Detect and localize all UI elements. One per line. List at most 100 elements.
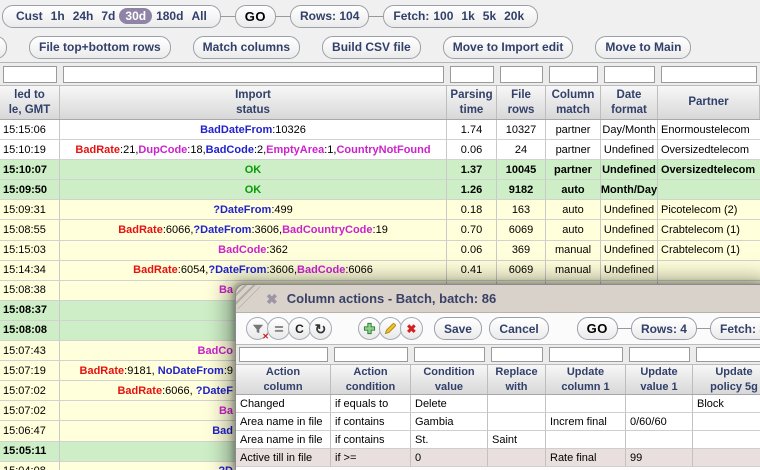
action-button-1[interactable]: File top+bottom rows [29,36,171,59]
rule-cell: 0/60/60 [626,413,693,431]
dialog-column-header-7[interactable]: Update policy 5g [693,365,760,394]
rule-cell: Area name in file [236,413,331,431]
status-token: BadCo [198,345,233,357]
column-filter-input[interactable] [239,347,328,362]
rule-cell: if >= [331,449,411,467]
table-row[interactable]: 15:14:34BadRate:6054, ?DateFrom:3606, Ba… [0,261,760,281]
column-filter-input[interactable] [491,347,543,362]
main-column-header-7[interactable]: Partner [658,86,760,119]
table-row[interactable]: 15:09:50OK1.269182autoMonth/Day [0,180,760,200]
column-filter-input[interactable] [450,66,494,83]
main-column-header-4[interactable]: File rows [497,86,546,119]
cell-time: 15:10:19 [0,140,60,160]
dialog-column-header-2[interactable]: Action condition [331,365,411,394]
action-rule-row[interactable]: Area name in fileif containsGambiaIncrem… [236,413,760,431]
column-actions-table: Action columnAction conditionCondition v… [236,344,760,467]
column-filter-input[interactable] [629,347,690,362]
table-row[interactable]: 15:15:06BadDateFrom:103261.7410327partne… [0,120,760,140]
status-token: ?D [218,465,233,470]
delete-row-button[interactable]: ✖ [400,317,423,340]
column-filter-input[interactable] [414,347,485,362]
rule-cell: if contains [331,413,411,431]
main-column-header-1[interactable]: led to le, GMT [0,86,60,119]
cell-time: 15:07:43 [0,341,60,361]
fetch-option-5k[interactable]: 5k [479,9,500,23]
table-row[interactable]: 15:10:19BadRate:21, DupCode:18, BadCode:… [0,140,760,160]
dialog-column-header-1[interactable]: Action column [236,365,331,394]
rule-cell [546,431,626,449]
dialog-go-button[interactable]: GO [577,317,618,340]
delete-x-icon: ✖ [406,323,416,335]
action-rule-row[interactable]: Active till in fileif >=0Rate final99 [236,449,760,467]
cell-time: 15:09:31 [0,200,60,220]
column-filter-input[interactable] [63,66,444,83]
time-range-option-30d[interactable]: 30d [119,8,152,24]
rule-cell: St. [411,431,488,449]
close-icon[interactable]: ✖ [266,292,278,306]
cell-partner: Oversizedtelecom [658,140,760,160]
add-row-button[interactable] [358,317,381,340]
cell-file-rows: 6069 [497,220,546,240]
status-visible-fragment: Ba [60,405,233,417]
main-column-header-5[interactable]: Column match [546,86,601,119]
status-visible-fragment: BadCo [60,345,233,357]
rule-cell [546,395,626,413]
cell-column-match: auto [546,180,601,200]
filter-slot [447,63,497,85]
column-filter-input[interactable] [500,66,543,83]
time-range-option-180d[interactable]: 180d [152,9,187,23]
cell-parsing-time: 0.41 [447,261,497,281]
main-column-header-2[interactable]: Import status [60,86,447,119]
dialog-fetch-pill[interactable]: Fetch: 3 [710,317,760,340]
dialog-column-header-3[interactable]: Condition value [411,365,488,394]
filter-slot [488,345,546,364]
letter-c-button[interactable]: C [288,317,311,340]
action-button-3[interactable]: Build CSV file [322,36,421,59]
time-range-option-cust[interactable]: Cust [12,9,47,23]
action-button-4[interactable]: Move to Import edit [443,36,574,59]
action-rule-row[interactable]: Area name in fileif containsSt.Saint [236,431,760,449]
fetch-option-100[interactable]: 100 [429,9,457,23]
column-filter-input[interactable] [661,66,757,83]
time-range-option-24h[interactable]: 24h [69,9,98,23]
table-row[interactable]: 15:15:03BadCode:3620.06369manualUndefine… [0,241,760,261]
table-row[interactable]: 15:10:07OK1.3710045partnerUndefinedOvers… [0,160,760,180]
cell-partner: Crabtelecom (1) [658,220,760,240]
column-filter-input[interactable] [604,66,655,83]
action-rule-row[interactable]: Changedif equals toDeleteBlock [236,395,760,413]
column-filter-input[interactable] [3,66,57,83]
dialog-column-header-4[interactable]: Replace with [488,365,546,394]
dialog-column-header-6[interactable]: Update value 1 [626,365,693,394]
table-row[interactable]: 15:09:31?DateFrom:4990.18163autoUndefine… [0,200,760,220]
rule-cell: if equals to [331,395,411,413]
column-filter-input[interactable] [696,347,760,362]
action-button-5[interactable]: Move to Main [595,36,691,59]
letter-c-icon: C [295,322,304,336]
save-button[interactable]: Save [434,317,482,340]
rule-cell [488,413,546,431]
column-filter-input[interactable] [334,347,408,362]
time-range-option-all[interactable]: All [187,9,210,23]
time-range-option-7d[interactable]: 7d [97,9,119,23]
table-row[interactable]: 15:08:55BadRate:6066, ?DateFrom:3606, Ba… [0,220,760,240]
time-range-option-1h[interactable]: 1h [47,9,69,23]
column-filter-input[interactable] [549,66,598,83]
fetch-option-20k[interactable]: 20k [500,9,528,23]
rows-count-pill[interactable]: Rows: 104 [290,5,369,28]
edit-row-button[interactable] [379,317,402,340]
list-rows-button[interactable] [267,317,290,340]
column-filter-input[interactable] [549,347,623,362]
main-column-header-6[interactable]: Date format [601,86,658,119]
main-column-header-3[interactable]: Parsing time [447,86,497,119]
dialog-column-header-5[interactable]: Update column 1 [546,365,626,394]
clipped-button[interactable] [0,36,7,59]
dialog-rows-pill[interactable]: Rows: 4 [631,317,697,340]
action-button-2[interactable]: Match columns [193,36,300,59]
cancel-button[interactable]: Cancel [489,317,548,340]
refresh-button[interactable]: ↻ [309,317,332,340]
dialog-titlebar[interactable]: ✖ Column actions - Batch, batch: 86 [236,285,760,313]
refresh-icon: ↻ [315,322,327,336]
filter-clear-button[interactable]: ✕ [246,317,269,340]
go-button[interactable]: GO [235,5,276,28]
fetch-option-1k[interactable]: 1k [457,9,478,23]
